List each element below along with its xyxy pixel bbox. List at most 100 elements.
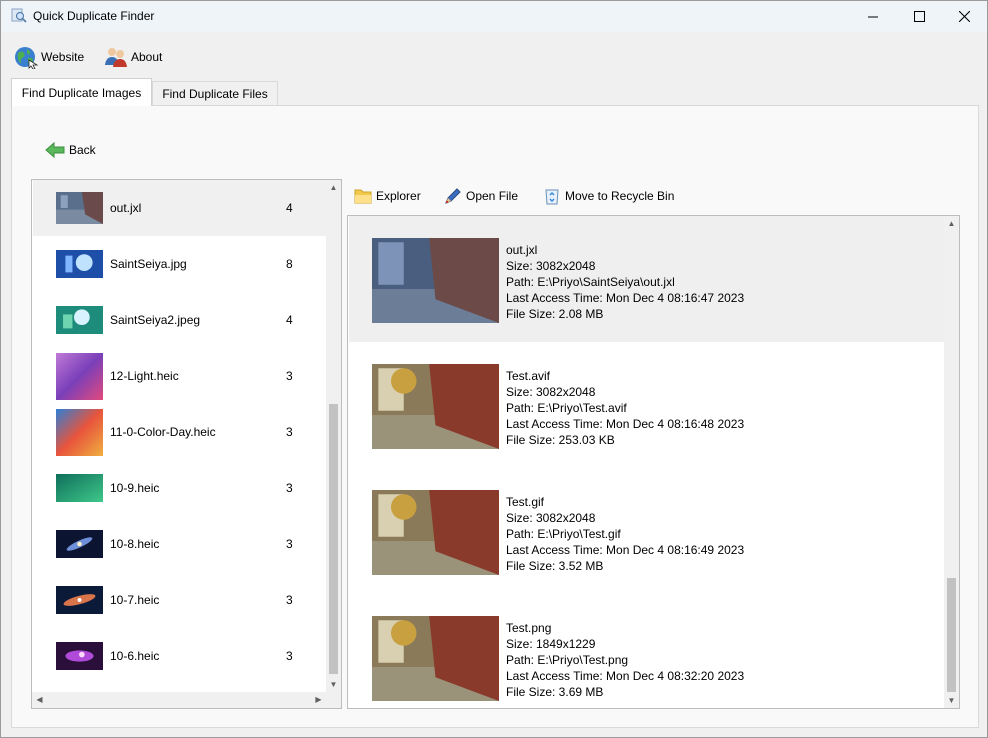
image-thumbnail xyxy=(56,306,103,337)
scrollbar-thumb[interactable] xyxy=(947,578,956,692)
group-file-name: SaintSeiya.jpg xyxy=(110,257,187,271)
group-duplicate-count: 3 xyxy=(286,593,293,607)
file-access: Last Access Time: Mon Dec 4 08:16:49 202… xyxy=(506,543,745,557)
recycle-bin-icon xyxy=(545,189,559,205)
image-thumbnail xyxy=(56,642,103,673)
open-file-button[interactable]: Open File xyxy=(443,184,518,208)
group-file-name: out.jxl xyxy=(110,201,142,215)
group-duplicate-count: 8 xyxy=(286,257,293,271)
about-label: About xyxy=(131,50,163,64)
file-path: Path: E:\Priyo\Test.avif xyxy=(506,401,627,415)
file-name: Test.gif xyxy=(506,495,545,509)
file-file-size: File Size: 3.52 MB xyxy=(506,559,604,573)
file-name: out.jxl xyxy=(506,243,538,257)
scroll-down-arrow[interactable]: ▼ xyxy=(944,693,959,708)
group-list-item[interactable]: 10-6.heic 3 xyxy=(33,628,327,684)
tab-label: Find Duplicate Images xyxy=(21,85,142,100)
image-thumbnail xyxy=(372,238,499,323)
group-duplicate-count: 3 xyxy=(286,537,293,551)
open-file-label: Open File xyxy=(466,189,519,203)
group-file-name: 12-Light.heic xyxy=(110,369,179,383)
group-list-item[interactable]: SaintSeiya2.jpeg 4 xyxy=(33,292,327,348)
image-thumbnail xyxy=(372,364,499,449)
group-duplicate-count: 4 xyxy=(286,313,293,327)
image-thumbnail xyxy=(56,352,103,403)
group-file-name: 10-7.heic xyxy=(110,593,160,607)
scroll-down-arrow[interactable]: ▼ xyxy=(326,677,341,692)
file-path: Path: E:\Priyo\SaintSeiya\out.jxl xyxy=(506,275,675,289)
file-list-item[interactable]: out.jxl Size: 3082x2048 Path: E:\Priyo\Sai… xyxy=(349,216,944,342)
website-label: Website xyxy=(41,50,85,64)
file-access: Last Access Time: Mon Dec 4 08:16:48 202… xyxy=(506,417,745,431)
file-size: Size: 1849x1229 xyxy=(506,637,596,651)
image-thumbnail xyxy=(56,192,103,227)
window-title: Quick Duplicate Finder xyxy=(33,9,155,23)
file-size: Size: 3082x2048 xyxy=(506,259,596,273)
vertical-scrollbar[interactable]: ▲ ▼ xyxy=(326,180,341,692)
group-list-item[interactable]: 10-8.heic 3 xyxy=(33,516,327,572)
image-thumbnail xyxy=(56,408,103,459)
explorer-button[interactable]: Explorer xyxy=(353,184,421,208)
scrollbar-thumb[interactable] xyxy=(329,404,338,674)
back-label: Back xyxy=(69,143,96,157)
group-duplicate-count: 3 xyxy=(286,369,293,383)
maximize-button[interactable] xyxy=(896,1,942,32)
group-list-item[interactable]: 10-7.heic 3 xyxy=(33,572,327,628)
file-details: Test.avif Size: 3082x2048 Path: E:\Priyo\T… xyxy=(506,368,744,448)
duplicate-files-list[interactable]: out.jxl Size: 3082x2048 Path: E:\Priyo\Sai… xyxy=(347,215,960,709)
pen-icon xyxy=(445,188,461,204)
website-button[interactable]: Website xyxy=(14,43,84,71)
image-thumbnail xyxy=(56,250,103,281)
title-bar: Quick Duplicate Finder xyxy=(1,1,987,32)
vertical-scrollbar[interactable]: ▲ ▼ xyxy=(944,216,959,708)
minimize-button[interactable] xyxy=(850,1,896,32)
file-name: Test.png xyxy=(506,621,552,635)
file-access: Last Access Time: Mon Dec 4 08:16:47 202… xyxy=(506,291,745,305)
close-button[interactable] xyxy=(941,1,987,32)
tab-find-duplicate-images[interactable]: Find Duplicate Images xyxy=(11,78,152,106)
scroll-up-arrow[interactable]: ▲ xyxy=(944,216,959,231)
file-list-item[interactable]: Test.png Size: 1849x1229 Path: E:\Priyo\Te… xyxy=(349,594,944,708)
group-file-name: 10-8.heic xyxy=(110,537,160,551)
duplicate-groups-list[interactable]: out.jxl 4 SaintSeiya.jpg 8 SaintSeiya2.jpeg 4… xyxy=(31,179,342,709)
file-access: Last Access Time: Mon Dec 4 08:32:20 202… xyxy=(506,669,745,683)
file-path: Path: E:\Priyo\Test.gif xyxy=(506,527,621,541)
group-list-item[interactable]: 12-Light.heic 3 xyxy=(33,348,327,404)
recycle-label: Move to Recycle Bin xyxy=(565,189,675,203)
file-details: Test.gif Size: 3082x2048 Path: E:\Priyo\Te… xyxy=(506,494,744,574)
file-file-size: File Size: 253.03 KB xyxy=(506,433,615,447)
scroll-right-arrow[interactable]: ▶ xyxy=(311,692,326,707)
group-list-item[interactable]: out.jxl 4 xyxy=(33,180,327,236)
magnifier-app-icon xyxy=(11,8,27,23)
explorer-label: Explorer xyxy=(376,189,421,203)
scroll-up-arrow[interactable]: ▲ xyxy=(326,180,341,195)
move-to-recycle-bin-button[interactable]: Move to Recycle Bin xyxy=(542,184,674,208)
group-duplicate-count: 3 xyxy=(286,649,293,663)
image-thumbnail xyxy=(372,490,499,575)
file-details: out.jxl Size: 3082x2048 Path: E:\Priyo\Sai… xyxy=(506,242,744,322)
file-list-item[interactable]: Test.avif Size: 3082x2048 Path: E:\Priyo\T… xyxy=(349,342,944,468)
back-button[interactable]: Back xyxy=(45,140,96,160)
group-file-name: SaintSeiya2.jpeg xyxy=(110,313,201,327)
group-duplicate-count: 4 xyxy=(286,201,293,215)
arrow-left-icon xyxy=(45,142,65,158)
file-details: Test.png Size: 1849x1229 Path: E:\Priyo\Te… xyxy=(506,620,744,700)
maximize-icon xyxy=(913,11,925,22)
scroll-left-arrow[interactable]: ◀ xyxy=(32,692,47,707)
tab-find-duplicate-files[interactable]: Find Duplicate Files xyxy=(152,81,278,105)
file-file-size: File Size: 2.08 MB xyxy=(506,307,604,321)
image-thumbnail xyxy=(56,474,103,505)
file-size: Size: 3082x2048 xyxy=(506,511,596,525)
group-list-item[interactable]: 10-9.heic 3 xyxy=(33,460,327,516)
group-list-item[interactable]: SaintSeiya.jpg 8 xyxy=(33,236,327,292)
file-name: Test.avif xyxy=(506,369,551,383)
group-duplicate-count: 3 xyxy=(286,425,293,439)
file-path: Path: E:\Priyo\Test.png xyxy=(506,653,629,667)
about-button[interactable]: About xyxy=(104,43,162,71)
horizontal-scrollbar[interactable]: ◀ ▶ xyxy=(32,692,341,708)
group-file-name: 10-6.heic xyxy=(110,649,160,663)
group-duplicate-count: 3 xyxy=(286,481,293,495)
group-list-item[interactable]: 11-0-Color-Day.heic 3 xyxy=(33,404,327,460)
file-list-item[interactable]: Test.gif Size: 3082x2048 Path: E:\Priyo\Te… xyxy=(349,468,944,594)
folder-icon xyxy=(354,189,372,204)
